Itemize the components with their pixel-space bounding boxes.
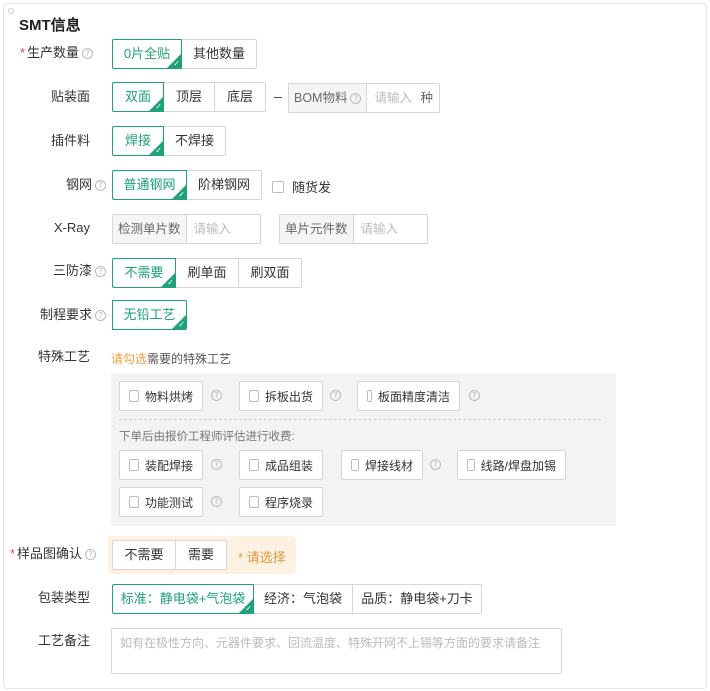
special-process-hint: 请勾选需要的特殊工艺	[111, 352, 232, 366]
option-material-bake[interactable]: 物料烘烤	[119, 381, 203, 411]
sample-confirm-label: * 样品图确认?	[6, 539, 96, 569]
mount-side-label: 贴装面	[50, 89, 90, 104]
option-top-layer[interactable]: 顶层	[163, 82, 215, 112]
check-icon: ✓	[155, 146, 162, 155]
mount-side-options: 双面 ✓ 顶层 底层	[112, 82, 266, 112]
option-program-burn[interactable]: 程序烧录	[239, 487, 323, 517]
quantity-options: 0片全贴 ✓ 其他数量	[112, 39, 257, 69]
option-double-side[interactable]: 双面 ✓	[112, 82, 164, 112]
check-icon: ✓	[167, 278, 174, 287]
option-wire-solder[interactable]: 焊接线材	[341, 450, 423, 480]
option-conformal-double[interactable]: 刷双面	[238, 258, 302, 288]
check-icon: ✓	[178, 190, 185, 199]
conformal-options: 不需要 ✓ 刷单面 刷双面	[112, 258, 302, 288]
remarks-textarea[interactable]: 如有在极性方向、元器件要求、回流温度、特殊开网不上锡等方面的要求请备注	[111, 628, 562, 674]
option-conformal-none[interactable]: 不需要 ✓	[112, 258, 176, 288]
option-conformal-single[interactable]: 刷单面	[175, 258, 239, 288]
option-normal-stencil[interactable]: 普通钢网 ✓	[112, 170, 187, 200]
option-bottom-layer[interactable]: 底层	[214, 82, 266, 112]
packaging-label: 包装类型	[37, 590, 90, 605]
option-step-stencil[interactable]: 阶梯钢网	[186, 170, 262, 200]
xray-component-count-input[interactable]: 请输入	[354, 215, 427, 243]
check-icon: ✓	[155, 102, 162, 111]
option-assembly-solder[interactable]: 装配焊接	[119, 450, 203, 480]
help-icon[interactable]: ?	[95, 180, 106, 192]
checkbox-icon	[467, 459, 475, 471]
check-icon: ✓	[173, 59, 180, 68]
checkbox-icon[interactable]	[272, 180, 284, 193]
through-hole-label: 插件料	[50, 133, 90, 148]
xray-test-count-field[interactable]: 检测单片数 请输入	[112, 214, 261, 244]
bom-count-input[interactable]: 请输入	[367, 84, 420, 112]
special-process-label: 特殊工艺	[37, 349, 90, 364]
option-solder[interactable]: 焊接 ✓	[112, 126, 164, 156]
bom-count-field[interactable]: BOM物料? 请输入 种	[288, 83, 440, 113]
quantity-label: * 生产数量?	[3, 38, 93, 68]
help-icon[interactable]: ?	[211, 390, 222, 401]
option-product-assembly[interactable]: 成品组装	[239, 450, 323, 480]
section-title: SMT信息	[19, 17, 81, 34]
option-packaging-economy[interactable]: 经济：气泡袋	[253, 584, 353, 614]
through-hole-options: 焊接 ✓ 不焊接	[112, 126, 226, 156]
checkbox-icon	[129, 390, 139, 402]
sample-confirm-options: 不需要 需要	[112, 540, 227, 570]
option-lead-free[interactable]: 无铅工艺 ✓	[112, 300, 187, 330]
process-options: 无铅工艺 ✓	[112, 300, 187, 330]
xray-label: X-Ray	[53, 220, 90, 235]
checkbox-icon	[129, 459, 139, 471]
checkbox-icon	[129, 496, 139, 508]
check-icon: ✓	[245, 604, 252, 613]
xray-test-count-input[interactable]: 请输入	[187, 215, 260, 243]
option-sample-not-needed[interactable]: 不需要	[112, 540, 176, 570]
dashed-divider	[119, 419, 601, 420]
xray-component-count-field[interactable]: 单片元件数 请输入	[279, 214, 428, 244]
help-icon[interactable]: ?	[430, 459, 441, 470]
option-depanel-shipping[interactable]: 拆板出货	[239, 381, 323, 411]
checkbox-icon	[367, 390, 372, 402]
help-icon[interactable]: ?	[85, 549, 96, 561]
checkbox-icon	[249, 390, 259, 402]
option-function-test[interactable]: 功能测试	[119, 487, 203, 517]
packaging-options: 标准：静电袋+气泡袋 ✓ 经济：气泡袋 品质：静电袋+刀卡	[112, 584, 482, 614]
option-packaging-quality[interactable]: 品质：静电袋+刀卡	[352, 584, 482, 614]
special-process-box: 物料烘烤 ? 拆板出货 ? 板面精度清洁 ? 下单后由报价工程师评估进行收费: …	[111, 373, 616, 526]
help-icon[interactable]: ?	[330, 390, 341, 401]
option-board-cleaning[interactable]: 板面精度清洁	[357, 381, 460, 411]
option-other-quantity[interactable]: 其他数量	[181, 39, 257, 69]
help-icon[interactable]: ?	[82, 48, 93, 60]
option-full-mount[interactable]: 0片全贴 ✓	[112, 39, 182, 69]
stencil-options: 普通钢网 ✓ 阶梯钢网	[112, 170, 262, 200]
option-no-solder[interactable]: 不焊接	[163, 126, 226, 156]
help-icon[interactable]: ?	[211, 459, 222, 470]
checkbox-icon	[249, 496, 259, 508]
help-icon[interactable]: ?	[95, 266, 106, 278]
panel-corner-dot	[8, 8, 14, 14]
conformal-label: 三防漆?	[16, 256, 106, 286]
dash-separator	[274, 97, 282, 98]
stencil-label: 钢网?	[16, 170, 106, 200]
remarks-label: 工艺备注	[37, 633, 90, 648]
fee-note: 下单后由报价工程师评估进行收费:	[119, 431, 295, 443]
help-icon: ?	[350, 93, 362, 105]
option-sample-needed[interactable]: 需要	[175, 540, 227, 570]
option-packaging-standard[interactable]: 标准：静电袋+气泡袋 ✓	[112, 584, 254, 614]
ship-with-goods-checkbox[interactable]: 随货发	[272, 177, 331, 196]
sample-warning: * 请选择	[238, 550, 286, 565]
process-label: 制程要求?	[16, 300, 106, 330]
checkbox-icon	[351, 459, 359, 471]
help-icon[interactable]: ?	[95, 310, 106, 322]
help-icon[interactable]: ?	[211, 496, 222, 507]
check-icon: ✓	[178, 320, 185, 329]
help-icon[interactable]: ?	[469, 390, 480, 401]
checkbox-icon	[249, 459, 259, 471]
option-pad-tinning[interactable]: 线路/焊盘加锡	[457, 450, 566, 480]
